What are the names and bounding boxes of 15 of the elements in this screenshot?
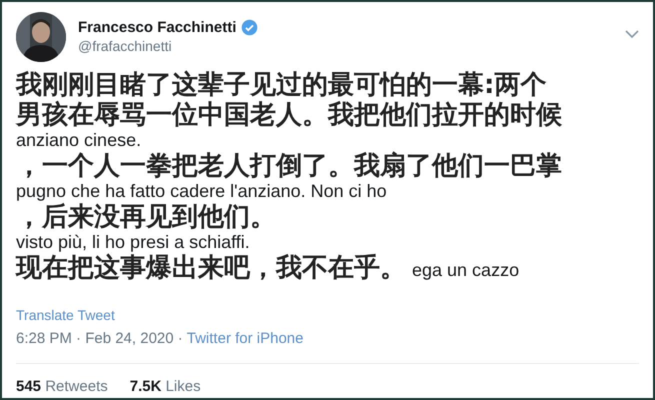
tweet-text: anziano cinese. (16, 130, 142, 151)
tweet-text: ega un cazzo (412, 260, 520, 281)
tweet-text: pugno che ha fatto cadere l'anziano. Non ci ho (16, 181, 387, 202)
subtitle-text: ，后来没再见到他们。 (16, 202, 276, 232)
subtitle-text: 我刚刚目睹了这辈子见过的最可怕的一幕:两个 (16, 70, 546, 100)
subtitle-text: ，一个人一拳把老人打倒了。我扇了他们一巴掌 (16, 151, 562, 181)
timestamp: 6:28 PM · Feb 24, 2020 · (16, 330, 183, 347)
author-name[interactable]: Francesco Facchinetti (78, 19, 236, 36)
engagement-stat[interactable]: 7.5K Likes (130, 378, 201, 395)
subtitle-text: 现在把这事爆出来吧，我不在乎。 (16, 253, 406, 283)
chevron-down-icon[interactable] (625, 30, 639, 39)
engagement-stat[interactable]: 545 Retweets (16, 378, 108, 395)
subtitle-text: 男孩在辱骂一位中国老人。我把他们拉开的时候 (16, 100, 562, 130)
author-handle: @frafacchinetti (78, 38, 173, 54)
tweet-text: visto più, li ho presi a schiaffi. (16, 232, 250, 253)
